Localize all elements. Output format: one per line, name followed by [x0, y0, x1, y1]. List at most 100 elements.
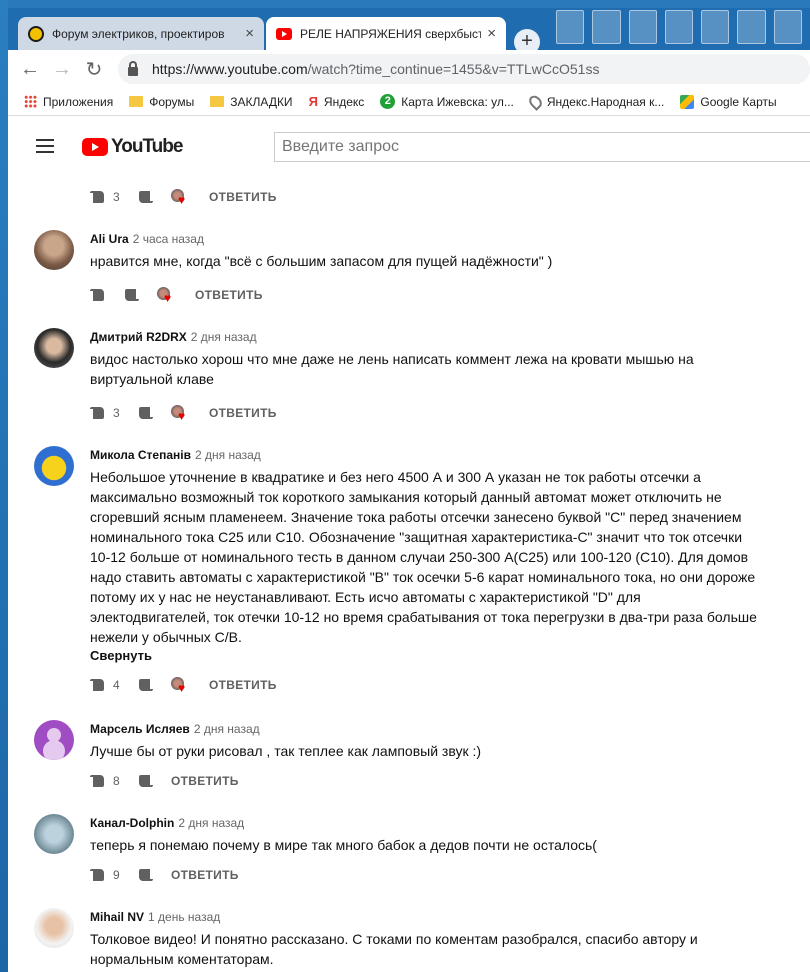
avatar[interactable]: [34, 230, 74, 270]
desktop-shortcut-icon: [592, 10, 621, 44]
reply-button[interactable]: ОТВЕТИТЬ: [209, 406, 277, 420]
search-input[interactable]: [274, 132, 810, 162]
address-bar[interactable]: https://www.youtube.com/watch?time_conti…: [118, 54, 810, 84]
apps-grid-icon: [24, 95, 37, 108]
comment-header: Канал-Dolphin 2 дня назад: [90, 816, 244, 830]
comment-header: Ali Ura 2 часа назад: [90, 232, 204, 246]
comment-header: Марсель Исляев 2 дня назад: [90, 722, 260, 736]
menu-icon[interactable]: [36, 139, 54, 153]
comment-author[interactable]: Микола Степанів: [90, 448, 191, 462]
thumbs-up-icon[interactable]: [90, 407, 104, 419]
tab-forum[interactable]: Форум электриков, проектиров ×: [18, 17, 264, 50]
folder-icon: [129, 96, 144, 107]
thumbs-down-icon[interactable]: [139, 407, 153, 419]
comment-author[interactable]: Дмитрий R2DRX: [90, 330, 187, 344]
bookmark-label: Яндекс.Народная к...: [546, 94, 665, 109]
youtube-logo-text: YouTube: [111, 136, 183, 157]
browser-toolbar: ← → ↻ https://www.youtube.com/watch?time…: [8, 50, 810, 88]
comment-text: Толковое видео! И понятно рассказано. С …: [90, 931, 698, 967]
desktop-shortcut-icon: [556, 10, 585, 44]
avatar[interactable]: [34, 446, 74, 486]
thumbs-up-icon[interactable]: [90, 775, 104, 787]
url-path: /watch?time_continue=1455&v=TTLwCcO51ss: [307, 61, 600, 77]
comment-time[interactable]: 2 часа назад: [133, 232, 204, 246]
tab-youtube[interactable]: РЕЛЕ НАПРЯЖЕНИЯ сверхбыстр ×: [266, 17, 506, 50]
comment-actions: ♥ ОТВЕТИТЬ: [90, 285, 263, 305]
forward-arrow-icon[interactable]: →: [46, 58, 78, 81]
collapse-button[interactable]: Свернуть: [90, 648, 152, 663]
forum-favicon-icon: [28, 25, 44, 42]
youtube-logo[interactable]: YouTube: [82, 136, 183, 158]
reload-icon[interactable]: ↻: [78, 57, 110, 82]
map-pin-icon: [526, 92, 545, 111]
bookmark-zakladki[interactable]: ЗАКЛАДКИ: [210, 95, 293, 109]
creator-heart-icon: ♥: [171, 405, 187, 422]
google-maps-icon: [680, 94, 695, 109]
comment-text: Лучше бы от руки рисовал , так теплее ка…: [90, 743, 482, 759]
comment-time[interactable]: 2 дня назад: [194, 722, 260, 736]
reply-button[interactable]: ОТВЕТИТЬ: [171, 774, 239, 788]
bookmark-apps[interactable]: Приложения: [24, 95, 113, 109]
desktop-top-edge: [0, 0, 810, 8]
thumbs-down-icon[interactable]: [139, 191, 153, 203]
bookmark-yandex-people-map[interactable]: Яндекс.Народная к...: [526, 92, 665, 111]
thumbs-down-icon[interactable]: [139, 869, 153, 881]
folder-icon: [210, 96, 225, 107]
desktop-shortcut-icon: [773, 10, 802, 44]
avatar[interactable]: [34, 328, 74, 368]
bookmark-label: Карта Ижевска: ул...: [401, 94, 514, 109]
youtube-favicon-icon: [276, 27, 292, 40]
thumbs-up-icon[interactable]: [90, 679, 104, 691]
comment-text: нравится мне, когда "всё с большим запас…: [90, 253, 553, 269]
avatar[interactable]: [34, 814, 74, 854]
bookmark-label: Яндекс: [323, 94, 365, 109]
comment-author[interactable]: Канал-Dolphin: [90, 816, 174, 830]
comment-actions: 4 ♥ ОТВЕТИТЬ: [90, 675, 277, 695]
comment-time[interactable]: 2 дня назад: [178, 816, 244, 830]
thumbs-down-icon[interactable]: [139, 679, 153, 691]
bookmark-yandex[interactable]: Я Яндекс: [309, 94, 365, 109]
desktop-shortcut-icon: [628, 10, 657, 44]
comment-actions: 3 ♥ ОТВЕТИТЬ: [90, 403, 277, 423]
bookmark-google-maps[interactable]: Google Карты: [680, 94, 777, 109]
reply-button[interactable]: ОТВЕТИТЬ: [195, 288, 263, 302]
thumbs-down-icon[interactable]: [139, 775, 153, 787]
thumbs-up-icon[interactable]: [90, 289, 104, 301]
comment-header: Микола Степанів 2 дня назад: [90, 448, 261, 462]
thumbs-up-icon[interactable]: [90, 869, 104, 881]
tab-title: Форум электриков, проектиров: [52, 26, 225, 41]
youtube-header: YouTube: [8, 117, 810, 175]
reply-button[interactable]: ОТВЕТИТЬ: [209, 190, 277, 204]
like-count: 3: [113, 406, 120, 420]
back-arrow-icon[interactable]: ←: [14, 58, 46, 81]
thumbs-up-icon[interactable]: [90, 191, 104, 203]
url-text[interactable]: https://www.youtube.com/watch?time_conti…: [152, 61, 599, 77]
like-count: 9: [113, 868, 120, 882]
thumbs-down-icon[interactable]: [125, 289, 139, 301]
bookmark-izhevsk-map[interactable]: 2 Карта Ижевска: ул...: [380, 94, 514, 109]
youtube-play-icon: [82, 138, 108, 156]
comment-text: видос настолько хорош что мне даже не ле…: [90, 351, 694, 387]
bookmark-forums[interactable]: Форумы: [129, 95, 194, 109]
reply-button[interactable]: ОТВЕТИТЬ: [209, 678, 277, 692]
avatar[interactable]: [34, 908, 74, 948]
tab-close-icon[interactable]: ×: [487, 25, 496, 42]
creator-heart-icon: ♥: [171, 189, 187, 206]
comment-header: Mihail NV 1 день назад: [90, 910, 220, 924]
reply-button[interactable]: ОТВЕТИТЬ: [171, 868, 239, 882]
avatar[interactable]: [34, 720, 74, 760]
comment-time[interactable]: 2 дня назад: [191, 330, 257, 344]
comment-actions: 3 ♥ ОТВЕТИТЬ: [90, 187, 277, 207]
2gis-icon: 2: [380, 94, 396, 109]
tab-title: РЕЛЕ НАПРЯЖЕНИЯ сверхбыстр: [300, 26, 482, 41]
comment-time[interactable]: 2 дня назад: [195, 448, 261, 462]
tab-close-icon[interactable]: ×: [245, 25, 254, 42]
comment-author[interactable]: Mihail NV: [90, 910, 144, 924]
comment-author[interactable]: Ali Ura: [90, 232, 129, 246]
desktop-shortcut-icon: [664, 10, 694, 44]
comment-text: теперь я понемаю почему в мире так много…: [90, 837, 597, 853]
like-count: 8: [113, 774, 120, 788]
lock-icon[interactable]: [128, 60, 138, 76]
comment-author[interactable]: Марсель Исляев: [90, 722, 190, 736]
comment-time[interactable]: 1 день назад: [148, 910, 220, 924]
